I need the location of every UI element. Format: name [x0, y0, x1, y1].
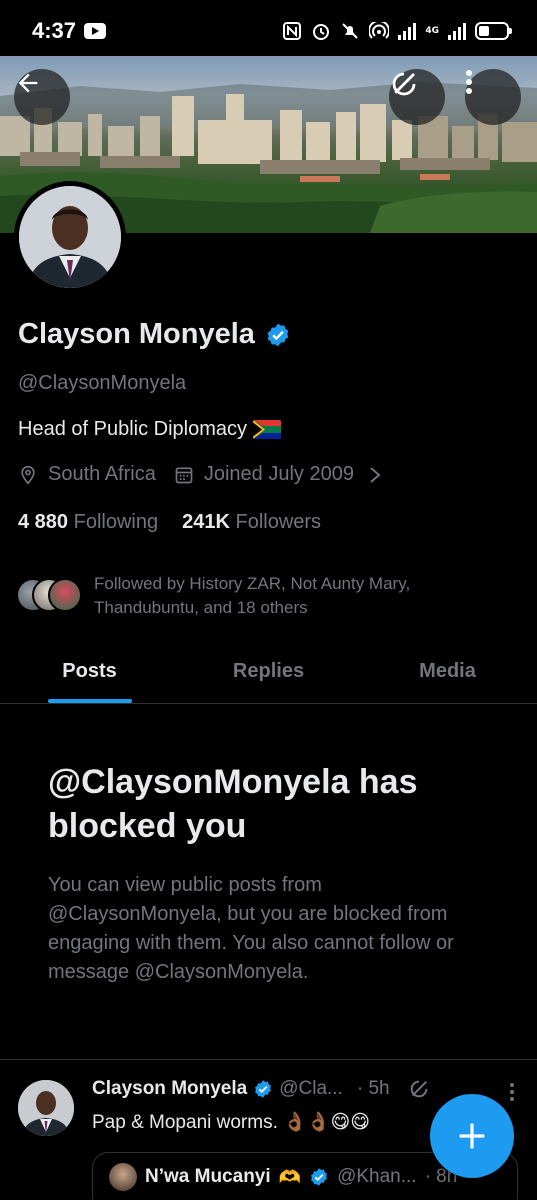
follower-avatar — [48, 578, 82, 612]
verified-badge-icon — [267, 323, 289, 346]
arrow-left-icon — [18, 73, 38, 93]
post-text: Pap & Mopani worms. 👌🏾👌🏾😋😋 — [92, 1112, 371, 1133]
quote-avatar — [109, 1163, 137, 1191]
followers-label: Followers — [235, 511, 322, 533]
tab-media[interactable]: Media — [358, 640, 537, 703]
grok-button[interactable] — [389, 69, 445, 125]
heart-hands-emoji: 🫶 — [278, 1166, 302, 1187]
following-link[interactable]: 4 880 Following — [18, 511, 158, 534]
nfc-icon — [282, 21, 302, 41]
south-africa-flag-icon — [253, 420, 281, 439]
followers-count: 241K — [182, 511, 230, 533]
profile-meta: South Africa Joined July 2009 — [18, 463, 382, 486]
status-bar: 4:37 4G — [0, 0, 537, 62]
profile-tabs: Posts Replies Media — [0, 640, 537, 704]
bio-text: Head of Public Diplomacy — [18, 418, 247, 440]
status-time: 4:37 — [32, 18, 77, 43]
more-vertical-icon — [466, 70, 472, 94]
grok-icon[interactable] — [408, 1078, 430, 1100]
battery-icon — [475, 22, 512, 40]
following-label: Following — [73, 511, 159, 533]
follow-stats: 4 880 Following 241K Followers — [18, 511, 321, 534]
location-pin-icon — [21, 465, 35, 485]
signal-icon — [398, 22, 417, 40]
blocked-description: You can view public posts from @ClaysonM… — [48, 874, 454, 983]
post-author-name[interactable]: Clayson Monyela — [92, 1078, 247, 1100]
hotspot-icon — [369, 21, 390, 41]
more-options-button[interactable] — [465, 69, 521, 125]
youtube-notification-icon — [84, 23, 107, 39]
network-type: 4G — [425, 25, 439, 36]
tab-replies[interactable]: Replies — [179, 640, 358, 703]
verified-badge-icon — [311, 1168, 328, 1186]
blocked-title: @ClaysonMonyela has blocked you — [48, 763, 418, 845]
post-header: Clayson Monyela @Cla... · 5h — [92, 1078, 430, 1100]
profile-handle: @ClaysonMonyela — [18, 372, 187, 394]
compose-post-button[interactable] — [430, 1094, 514, 1178]
followed-by[interactable]: Followed by History ZAR, Not Aunty Mary,… — [16, 572, 514, 620]
post-avatar[interactable] — [18, 1080, 74, 1136]
back-button[interactable] — [14, 69, 70, 125]
profile-location: South Africa — [48, 463, 156, 485]
post-time: · 5h — [356, 1078, 390, 1099]
calendar-icon — [175, 467, 193, 483]
quote-author-name: N’wa Mucanyi — [145, 1166, 271, 1187]
tab-posts[interactable]: Posts — [0, 640, 179, 703]
quote-author-handle: @Khan... — [337, 1166, 417, 1187]
grok-icon — [392, 72, 416, 96]
verified-badge-icon — [255, 1080, 272, 1098]
profile-name: Clayson Monyela — [18, 318, 255, 350]
profile-avatar[interactable] — [14, 181, 126, 293]
post-author-handle: @Cla... — [279, 1078, 343, 1099]
post-more-icon[interactable] — [509, 1082, 515, 1102]
alarm-icon — [311, 21, 331, 41]
profile-joined: Joined July 2009 — [203, 463, 354, 485]
mute-bell-icon — [340, 21, 360, 41]
following-count: 4 880 — [18, 511, 69, 533]
signal-icon-2 — [448, 22, 466, 40]
followed-by-text: Followed by History ZAR, Not Aunty Mary,… — [94, 574, 411, 617]
followers-link[interactable]: 241K Followers — [182, 511, 321, 534]
plus-icon — [459, 1123, 485, 1149]
chevron-right-icon[interactable] — [368, 466, 382, 484]
profile-bio: Head of Public Diplomacy — [18, 418, 281, 441]
